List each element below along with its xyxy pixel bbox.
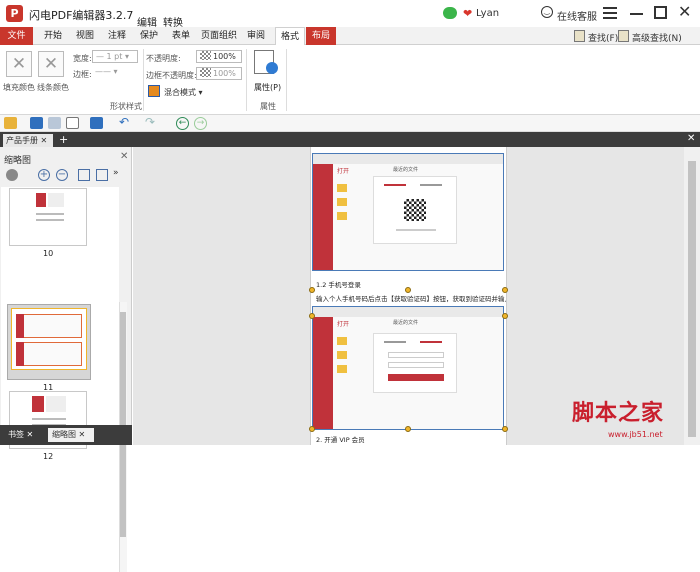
resize-handle[interactable] [309,287,315,293]
tab-review[interactable]: 审阅 [243,27,269,45]
fill-color-icon[interactable]: ✕ [6,51,32,77]
title-bar: P 闪电PDF编辑器3.2.7 编辑 转换 ❤ Lyan ‿ 在线客服 ✕ [0,0,700,29]
border-label: 边框: [73,70,92,79]
advanced-find-button[interactable]: 高级查找(N) [632,31,682,44]
border-select[interactable]: —— ▾ [92,66,126,79]
thumbnail-panel: 缩略图 ✕ + − » 10 11 12 [0,147,132,572]
line-color-icon[interactable]: ✕ [38,51,64,77]
shot-title: 打开 [337,321,350,328]
opacity-select[interactable]: 100% [196,50,242,63]
zoom-out-icon[interactable]: − [56,169,68,181]
thumbnail-label: 10 [43,249,54,258]
line-color-label[interactable]: 线条颜色 [37,82,69,93]
open-icon[interactable] [4,117,17,129]
tab-thumbnails[interactable]: 缩略图 ✕ [48,428,94,442]
back-icon[interactable]: ← [176,117,189,130]
thumbnail-label: 12 [43,452,54,461]
user-name[interactable]: Lyan [476,8,499,19]
advanced-find-icon [618,30,629,42]
tab-view[interactable]: 视图 [72,27,98,45]
blend-mode-icon [148,85,160,97]
find-button[interactable]: 查找(F) [588,31,618,44]
more-icon[interactable]: » [113,168,119,178]
new-tab-icon[interactable]: + [59,133,68,146]
tab-format[interactable]: 格式 [275,27,305,46]
tab-form[interactable]: 表单 [168,27,194,45]
close-all-icon[interactable]: ✕ [687,133,695,144]
page-heading: 1.2 手机号登录 [316,281,361,289]
watermark: 脚本之家 [572,400,665,426]
settings-icon[interactable] [6,169,18,181]
email-icon[interactable] [66,117,79,129]
app-title: 闪电PDF编辑器3.2.7 [29,9,134,22]
wechat-icon[interactable] [443,7,457,19]
maximize-button[interactable] [654,6,667,19]
tab-file[interactable]: 文件 [0,27,33,45]
selected-image[interactable]: 打开 最近的文件 [312,153,504,271]
find-icon [574,30,585,42]
rotate-right-icon[interactable] [96,169,108,181]
tab-comment[interactable]: 注释 [104,27,130,45]
border-opacity-select[interactable]: 100% [196,67,242,80]
forward-icon[interactable]: → [194,117,207,130]
resize-handle[interactable] [502,287,508,293]
tab-protect[interactable]: 保护 [136,27,162,45]
width-label: 宽度: [73,54,92,63]
tab-start[interactable]: 开始 [40,27,66,45]
undo-icon[interactable]: ↶ [119,115,129,129]
thumbnail-selected[interactable] [7,304,91,380]
tab-layout[interactable]: 布局 [306,27,336,45]
shot-recent: 最近的文件 [393,167,419,173]
document-scroll-thumb[interactable] [688,161,696,437]
document-tab[interactable]: 产品手册 ✕ [3,134,53,147]
quick-access-toolbar: ↶ ↷ ← → [0,115,700,132]
selected-image[interactable]: 打开 最近的文件 [312,306,504,430]
page-heading: 2. 开通 VIP 会员 [316,436,365,444]
tab-page-organize[interactable]: 页面组织 [200,27,238,45]
resize-handle[interactable] [309,426,315,432]
zoom-in-icon[interactable]: + [38,169,50,181]
group-props-label: 属性 [260,102,276,111]
menu-icon[interactable] [603,7,617,19]
resize-handle[interactable] [309,313,315,319]
thumbnail-toolbar: + − » [4,168,124,184]
tab-bookmarks[interactable]: 书签 ✕ [4,428,42,442]
page-paragraph: 输入个人手机号码后点击【获取验证码】按钮，获取到验证码并输入即可登录。 [316,295,506,303]
properties-button[interactable]: 属性(P) [254,82,281,93]
ribbon: ✕ ✕ 填充颜色 线条颜色 宽度: — 1 pt ▾ 边框: —— ▾ 形状样式… [0,45,700,115]
document-tabs: 产品手册 ✕ + ✕ [0,132,700,147]
shot-recent: 最近的文件 [393,320,419,326]
ribbon-tabs: 文件 开始 视图 注释 保护 表单 页面组织 审阅 格式 布局 查找(F) 高级… [0,27,700,46]
resize-handle[interactable] [502,313,508,319]
thumbnail-list: 10 11 12 [1,187,119,569]
heart-icon: ❤ [463,7,473,20]
support-link[interactable]: 在线客服 [557,8,597,23]
minimize-button[interactable] [630,13,643,15]
resize-handle[interactable] [502,426,508,432]
smile-icon[interactable]: ‿ [541,6,553,18]
redo-icon[interactable]: ↷ [145,115,155,129]
width-select[interactable]: — 1 pt ▾ [92,50,138,63]
group-shape-label: 形状样式 [110,102,142,111]
panel-bottom-tabs: 书签 ✕ 缩略图 ✕ [0,425,132,445]
resize-handle[interactable] [405,287,411,293]
border-opacity-label: 边框不透明度: [146,71,197,80]
blend-mode-button[interactable]: 混合模式 ▾ [164,87,203,98]
scan-icon[interactable] [90,117,103,129]
fill-color-label[interactable]: 填充颜色 [3,82,35,93]
app-logo-icon: P [6,5,23,22]
panel-title: 缩略图 [4,156,32,166]
rotate-left-icon[interactable] [78,169,90,181]
opacity-label: 不透明度: [146,54,181,63]
thumbnail-page[interactable] [9,188,87,246]
watermark-url: www.jb51.net [608,430,663,439]
close-button[interactable]: ✕ [678,3,691,21]
print-icon[interactable] [48,117,61,129]
resize-handle[interactable] [405,426,411,432]
gear-icon [266,62,278,74]
save-icon[interactable] [30,117,43,129]
shot-title: 打开 [337,168,350,175]
panel-close-icon[interactable]: ✕ [120,151,128,162]
